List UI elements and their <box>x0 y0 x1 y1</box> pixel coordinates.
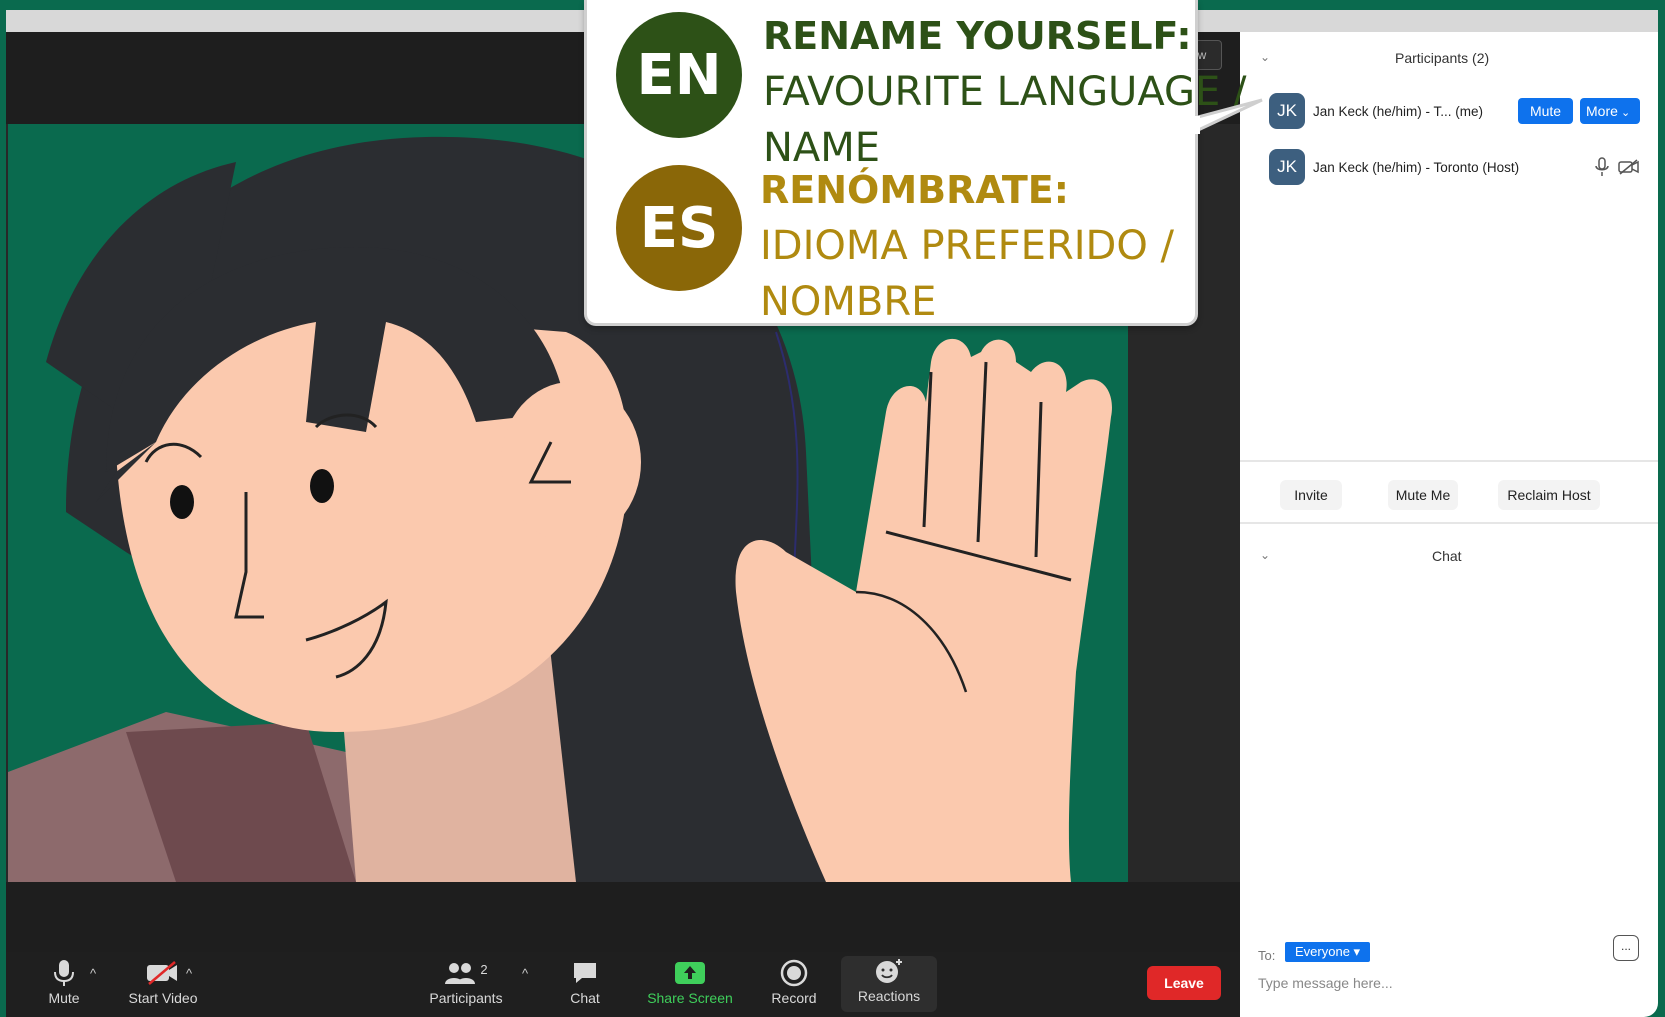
chat-to-label: To: <box>1258 948 1276 963</box>
chat-message-input[interactable]: Type message here... <box>1258 975 1628 991</box>
participant-more-button[interactable]: More ⌄ <box>1580 98 1640 124</box>
participant-name: Jan Keck (he/him) - Toronto (Host) <box>1313 159 1520 175</box>
leave-button[interactable]: Leave <box>1147 966 1221 1000</box>
spanish-line-1: IDIOMA PREFERIDO / <box>760 223 1175 269</box>
mute-me-button[interactable]: Mute Me <box>1388 480 1458 510</box>
divider <box>1240 522 1658 524</box>
spanish-line-2: NOMBRE <box>760 279 937 325</box>
divider <box>1240 460 1658 462</box>
meeting-toolbar: Mute ^ Start Video ^ 2 Participants ^ Ch… <box>6 952 1240 1017</box>
participants-button[interactable]: 2 Participants <box>418 958 514 1012</box>
record-button[interactable]: Record <box>764 958 824 1012</box>
rename-instruction-callout: EN RENAME YOURSELF: FAVOURITE LANGUAGE /… <box>584 0 1246 326</box>
microphone-icon <box>53 958 75 988</box>
share-screen-button[interactable]: Share Screen <box>642 958 738 1012</box>
callout-pointer <box>1194 98 1263 134</box>
chat-button[interactable]: Chat <box>560 958 610 1012</box>
video-options-chevron-icon[interactable]: ^ <box>186 966 192 981</box>
spanish-title: RENÓMBRATE: <box>760 168 1069 212</box>
mute-options-chevron-icon[interactable]: ^ <box>90 966 96 981</box>
chevron-down-icon: ⌄ <box>1617 107 1631 119</box>
chat-bubble-icon <box>572 958 598 988</box>
chat-title: Chat <box>1432 548 1462 564</box>
invite-button[interactable]: Invite <box>1280 480 1342 510</box>
video-off-icon <box>145 958 181 988</box>
english-badge: EN <box>616 12 742 138</box>
start-video-button[interactable]: Start Video <box>118 958 208 1012</box>
participant-name: Jan Keck (he/him) - T... (me) <box>1313 103 1484 119</box>
microphone-icon <box>1595 157 1609 182</box>
smiley-plus-icon <box>873 956 905 986</box>
share-screen-icon <box>674 958 706 988</box>
video-off-icon <box>1618 159 1640 180</box>
mute-button[interactable]: Mute <box>36 958 92 1012</box>
reclaim-host-button[interactable]: Reclaim Host <box>1498 480 1600 510</box>
chat-recipient-select[interactable]: Everyone ▾ <box>1285 942 1371 962</box>
participant-row[interactable]: JK Jan Keck (he/him) - Toronto (Host) <box>1269 148 1649 186</box>
avatar: JK <box>1269 93 1305 129</box>
app-frame: w Mute ^ Start Video ^ 2 Participants ^ <box>0 0 1665 1017</box>
english-line-1: FAVOURITE LANGUAGE / <box>763 69 1247 115</box>
participants-title: Participants (2) <box>1395 50 1490 66</box>
avatar: JK <box>1269 149 1305 185</box>
participants-icon: 2 <box>444 958 488 988</box>
side-panel: ⌄ Participants (2) JK Jan Keck (he/him) … <box>1240 10 1658 1017</box>
chat-collapse-chevron-icon[interactable]: ⌄ <box>1260 548 1270 562</box>
chat-more-options-button[interactable]: ... <box>1613 935 1639 961</box>
reactions-button[interactable]: Reactions <box>841 956 937 1012</box>
english-title: RENAME YOURSELF: <box>763 14 1192 58</box>
panel-top-bar <box>1240 10 1658 32</box>
record-icon <box>780 958 808 988</box>
spanish-badge: ES <box>616 165 742 291</box>
participants-collapse-chevron-icon[interactable]: ⌄ <box>1260 50 1270 64</box>
participant-mute-button[interactable]: Mute <box>1518 98 1573 124</box>
participants-options-chevron-icon[interactable]: ^ <box>522 966 528 981</box>
